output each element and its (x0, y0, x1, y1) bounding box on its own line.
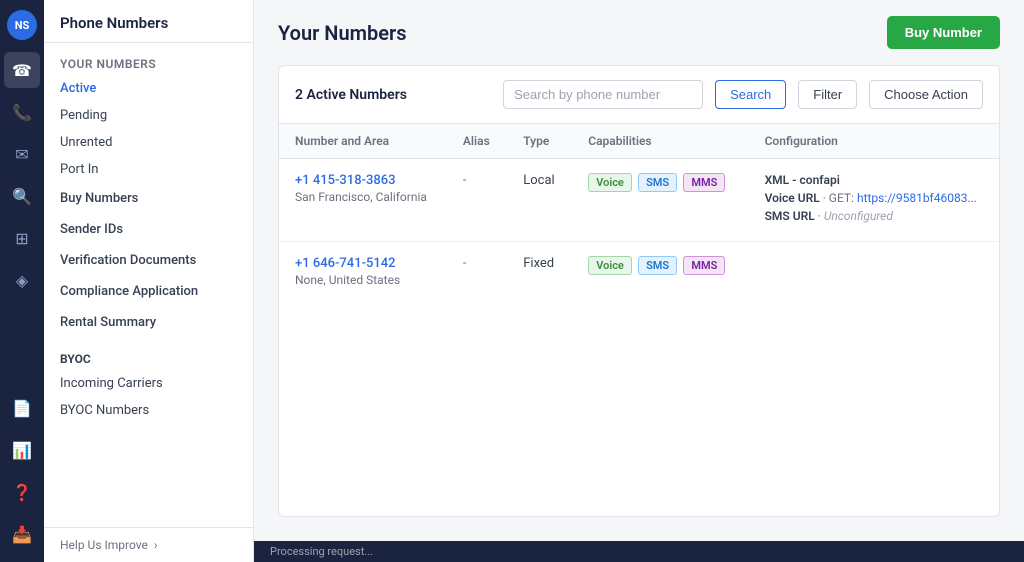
table-controls: 2 Active Numbers Search Filter Choose Ac… (279, 66, 999, 124)
numbers-table: Number and Area Alias Type Capabilities … (279, 124, 999, 301)
alias-value: - (463, 256, 467, 271)
message-nav-icon[interactable]: ✉ (4, 136, 40, 172)
number-area-cell: +1 646-741-5142 None, United States (279, 242, 447, 302)
sidebar: Phone Numbers Your Numbers Active Pendin… (44, 0, 254, 562)
voice-badge: Voice (588, 256, 632, 275)
sidebar-item-incoming-carriers[interactable]: Incoming Carriers (44, 370, 253, 397)
grid-nav-icon[interactable]: ⊞ (4, 220, 40, 256)
col-capabilities: Capabilities (572, 124, 748, 159)
type-cell: Local (507, 159, 572, 242)
search-nav-icon[interactable]: 🔍 (4, 178, 40, 214)
sidebar-item-unrented[interactable]: Unrented (44, 129, 253, 156)
phone-location: San Francisco, California (295, 190, 431, 204)
alias-value: - (463, 173, 467, 188)
page-title: Your Numbers (278, 21, 407, 45)
sidebar-item-port-in[interactable]: Port In (44, 156, 253, 183)
app-logo: NS (7, 10, 37, 40)
choose-action-button[interactable]: Choose Action (869, 80, 983, 109)
phone-number[interactable]: +1 646-741-5142 (295, 256, 431, 271)
sidebar-item-compliance[interactable]: Compliance Application (44, 276, 253, 307)
chevron-right-icon: › (154, 538, 158, 552)
numbers-table-container: 2 Active Numbers Search Filter Choose Ac… (278, 65, 1000, 517)
col-alias: Alias (447, 124, 507, 159)
col-type: Type (507, 124, 572, 159)
sidebar-item-verification[interactable]: Verification Documents (44, 245, 253, 276)
call-nav-icon[interactable]: 📞 (4, 94, 40, 130)
sms-unconfigured: Unconfigured (824, 209, 893, 223)
buy-number-button[interactable]: Buy Number (887, 16, 1000, 49)
your-numbers-section: Your Numbers (44, 43, 253, 75)
alias-cell: - (447, 159, 507, 242)
configuration-cell (749, 242, 999, 302)
col-number: Number and Area (279, 124, 447, 159)
configuration-cell: XML - confapi Voice URL · GET: https://9… (749, 159, 999, 242)
module-nav-icon[interactable]: ◈ (4, 262, 40, 298)
sidebar-item-buy-numbers[interactable]: Buy Numbers (44, 183, 253, 214)
phone-number[interactable]: +1 415-318-3863 (295, 173, 431, 188)
voice-url-config: Voice URL · GET: https://9581bf46083... (765, 191, 983, 205)
voice-badge: Voice (588, 173, 632, 192)
sidebar-footer: Help Us Improve › (44, 527, 253, 562)
status-bar: Processing request... (254, 541, 1024, 562)
mms-badge: MMS (683, 256, 725, 275)
voice-url-value[interactable]: https://9581bf46083... (857, 191, 977, 205)
sms-badge: SMS (638, 173, 677, 192)
type-value: Fixed (523, 256, 554, 271)
sms-badge: SMS (638, 256, 677, 275)
xml-config: XML - confapi (765, 173, 983, 187)
capabilities-cell: Voice SMS MMS (572, 242, 748, 302)
phone-location: None, United States (295, 273, 431, 287)
sidebar-item-rental-summary[interactable]: Rental Summary (44, 307, 253, 338)
docs-nav-icon[interactable]: 📄 (4, 390, 40, 426)
inbox-nav-icon[interactable]: 📥 (4, 516, 40, 552)
alias-cell: - (447, 242, 507, 302)
status-text: Processing request... (270, 545, 373, 558)
type-cell: Fixed (507, 242, 572, 302)
number-area-cell: +1 415-318-3863 San Francisco, Californi… (279, 159, 447, 242)
main-content: Your Numbers Buy Number 2 Active Numbers… (254, 0, 1024, 562)
byoc-section: BYOC (44, 338, 253, 370)
help-us-improve[interactable]: Help Us Improve › (44, 528, 253, 562)
active-count-label: 2 Active Numbers (295, 87, 491, 103)
type-value: Local (523, 173, 554, 188)
help-nav-icon[interactable]: ❓ (4, 474, 40, 510)
sms-url-config: SMS URL · Unconfigured (765, 209, 983, 223)
sidebar-item-sender-ids[interactable]: Sender IDs (44, 214, 253, 245)
sidebar-item-pending[interactable]: Pending (44, 102, 253, 129)
mms-badge: MMS (683, 173, 725, 192)
table-row: +1 646-741-5142 None, United States - Fi… (279, 242, 999, 302)
phone-nav-icon[interactable]: ☎ (4, 52, 40, 88)
search-button[interactable]: Search (715, 80, 786, 109)
filter-button[interactable]: Filter (798, 80, 857, 109)
col-configuration: Configuration (749, 124, 999, 159)
table-header-row: Number and Area Alias Type Capabilities … (279, 124, 999, 159)
icon-bar: NS ☎ 📞 ✉ 🔍 ⊞ ◈ 📄 📊 ❓ 📥 (0, 0, 44, 562)
table-row: +1 415-318-3863 San Francisco, Californi… (279, 159, 999, 242)
chart-nav-icon[interactable]: 📊 (4, 432, 40, 468)
sidebar-item-active[interactable]: Active (44, 75, 253, 102)
search-input[interactable] (503, 80, 703, 109)
top-bar: Your Numbers Buy Number (254, 0, 1024, 65)
sidebar-item-byoc-numbers[interactable]: BYOC Numbers (44, 397, 253, 424)
sidebar-title: Phone Numbers (44, 0, 253, 43)
capabilities-cell: Voice SMS MMS (572, 159, 748, 242)
